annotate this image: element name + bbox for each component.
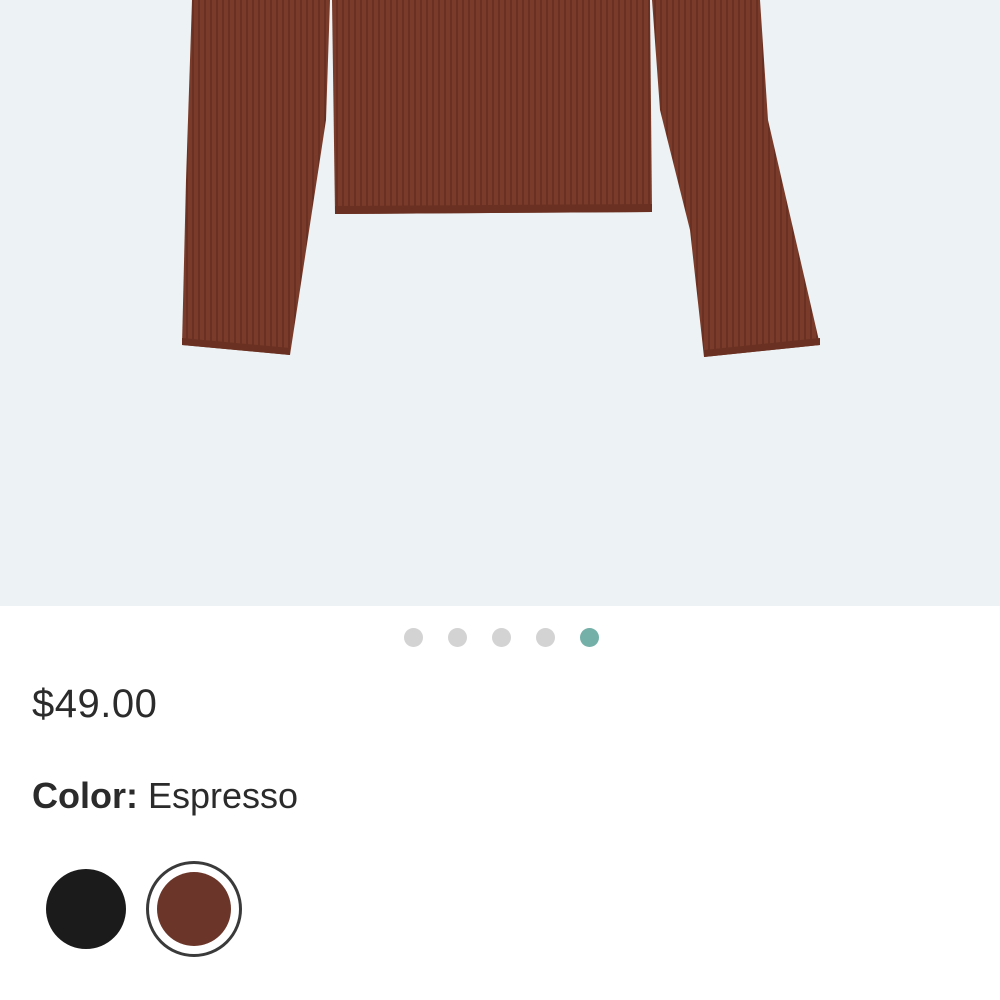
pagination-dot-active[interactable] — [580, 628, 599, 647]
product-price: $49.00 — [32, 682, 158, 726]
sweater-illustration — [182, 0, 820, 357]
image-pagination — [0, 628, 1000, 648]
product-page: $49.00 Color: Espresso — [0, 0, 1000, 1000]
swatch-black[interactable] — [38, 861, 134, 957]
color-label: Color: — [32, 775, 138, 816]
right-sleeve — [652, 0, 820, 357]
garment-body — [332, 0, 652, 214]
swatch-black-fill — [46, 869, 126, 949]
pagination-dot[interactable] — [448, 628, 467, 647]
color-selection-label: Color: Espresso — [32, 774, 298, 818]
pagination-dot[interactable] — [536, 628, 555, 647]
swatch-espresso[interactable] — [146, 861, 242, 957]
product-image[interactable] — [0, 0, 1000, 606]
color-value: Espresso — [147, 775, 299, 816]
left-sleeve — [182, 0, 330, 355]
pagination-dot[interactable] — [492, 628, 511, 647]
pagination-dot[interactable] — [404, 628, 423, 647]
swatch-espresso-fill — [157, 872, 231, 946]
